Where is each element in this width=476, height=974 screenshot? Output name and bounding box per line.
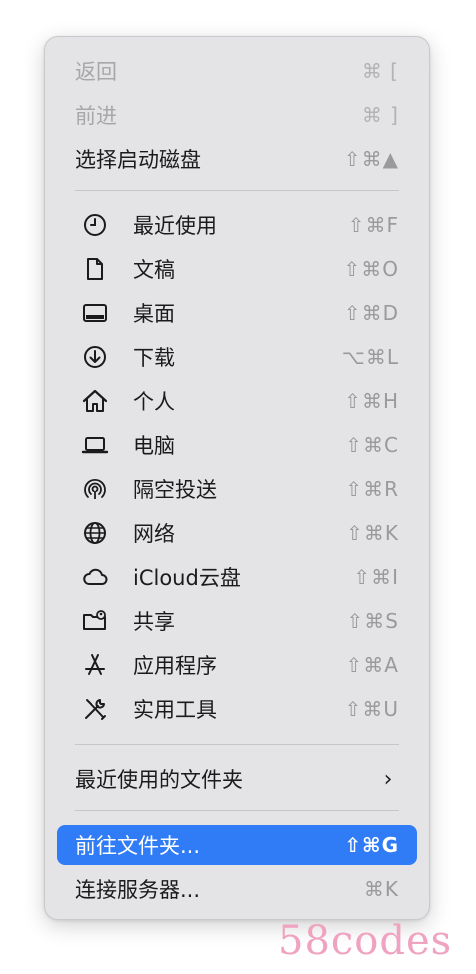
menu-item-label: 应用程序 <box>133 654 217 678</box>
shortcut-text: ⇧⌘G <box>344 833 399 857</box>
menu-item-label: 连接服务器... <box>75 878 201 902</box>
shared-folder-icon <box>75 601 115 641</box>
airdrop-icon <box>75 469 115 509</box>
network-globe-icon <box>75 513 115 553</box>
go-menu: 返回 ⌘ [ 前进 ⌘ ] 选择启动磁盘 ⇧⌘▲ 最近使用 ⇧⌘F 文稿 ⇧⌘O… <box>44 36 430 920</box>
menu-item-recent-folders[interactable]: 最近使用的文件夹 › <box>57 759 417 799</box>
watermark: 58codes <box>278 918 453 964</box>
menu-item-label: 隔空投送 <box>133 478 217 502</box>
menu-item-label: 桌面 <box>133 302 175 326</box>
shortcut-text: ⇧⌘▲ <box>343 147 399 171</box>
menu-item-label: 实用工具 <box>133 698 217 722</box>
menu-item-back[interactable]: 返回 ⌘ [ <box>57 51 417 91</box>
separator <box>75 744 399 745</box>
laptop-icon <box>75 425 115 465</box>
menu-item-label: 下载 <box>133 346 175 370</box>
menu-item-label: iCloud云盘 <box>133 566 241 590</box>
menu-item-applications[interactable]: 应用程序 ⇧⌘A <box>57 645 417 685</box>
menu-item-label: 最近使用的文件夹 <box>75 768 243 792</box>
shortcut-text: ⇧⌘K <box>346 521 399 545</box>
shortcut-text: ⌘ ] <box>361 103 399 127</box>
menu-item-label: 最近使用 <box>133 214 217 238</box>
menu-item-computer[interactable]: 电脑 ⇧⌘C <box>57 425 417 465</box>
menu-item-home[interactable]: 个人 ⇧⌘H <box>57 381 417 421</box>
menu-item-label: 网络 <box>133 522 175 546</box>
separator <box>75 810 399 811</box>
menu-item-network[interactable]: 网络 ⇧⌘K <box>57 513 417 553</box>
menu-item-go-to-folder[interactable]: 前往文件夹... ⇧⌘G <box>57 825 417 865</box>
menu-item-airdrop[interactable]: 隔空投送 ⇧⌘R <box>57 469 417 509</box>
menu-item-forward[interactable]: 前进 ⌘ ] <box>57 95 417 135</box>
menu-item-label: 返回 <box>75 60 117 84</box>
shortcut-text: ⇧⌘F <box>347 213 399 237</box>
shortcut-text: ⇧⌘D <box>343 301 399 325</box>
document-icon <box>75 249 115 289</box>
menu-item-shared[interactable]: 共享 ⇧⌘S <box>57 601 417 641</box>
menu-item-utilities[interactable]: 实用工具 ⇧⌘U <box>57 689 417 729</box>
cloud-icon <box>75 557 115 597</box>
menu-item-label: 选择启动磁盘 <box>75 148 201 172</box>
menu-item-select-startup-disk[interactable]: 选择启动磁盘 ⇧⌘▲ <box>57 139 417 179</box>
menu-item-label: 文稿 <box>133 258 175 282</box>
home-icon <box>75 381 115 421</box>
clock-icon <box>75 205 115 245</box>
shortcut-text: ⇧⌘O <box>343 257 399 281</box>
shortcut-text: ⇧⌘A <box>345 653 399 677</box>
shortcut-text: ⇧⌘H <box>344 389 399 413</box>
desktop-icon <box>75 293 115 333</box>
shortcut-text: ⌥⌘L <box>341 345 399 369</box>
menu-item-downloads[interactable]: 下载 ⌥⌘L <box>57 337 417 377</box>
menu-item-connect-server[interactable]: 连接服务器... ⌘K <box>57 869 417 909</box>
applications-icon <box>75 645 115 685</box>
menu-item-label: 电脑 <box>133 434 175 458</box>
separator <box>75 190 399 191</box>
menu-item-label: 共享 <box>133 610 175 634</box>
menu-item-recents[interactable]: 最近使用 ⇧⌘F <box>57 205 417 245</box>
shortcut-text: ⇧⌘U <box>344 697 399 721</box>
menu-item-label: 前往文件夹... <box>75 834 201 858</box>
shortcut-text: ⇧⌘S <box>346 609 399 633</box>
menu-item-icloud-drive[interactable]: iCloud云盘 ⇧⌘I <box>57 557 417 597</box>
chevron-right-icon: › <box>383 766 393 792</box>
menu-item-label: 前进 <box>75 104 117 128</box>
shortcut-text: ⌘K <box>363 877 399 901</box>
shortcut-text: ⇧⌘I <box>353 565 399 589</box>
shortcut-text: ⇧⌘R <box>345 477 399 501</box>
utilities-tools-icon <box>75 689 115 729</box>
menu-item-desktop[interactable]: 桌面 ⇧⌘D <box>57 293 417 333</box>
shortcut-text: ⇧⌘C <box>345 433 399 457</box>
download-icon <box>75 337 115 377</box>
menu-item-label: 个人 <box>133 390 175 414</box>
shortcut-text: ⌘ [ <box>361 59 399 83</box>
menu-item-documents[interactable]: 文稿 ⇧⌘O <box>57 249 417 289</box>
